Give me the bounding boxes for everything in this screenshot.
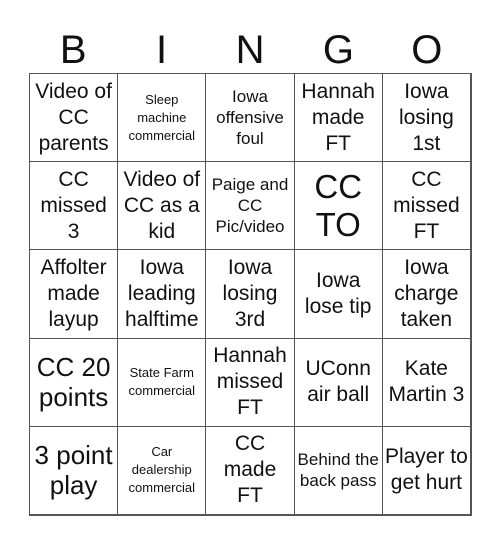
header-letter-o: O	[411, 28, 443, 72]
bingo-cell[interactable]: Iowa leading halftime	[117, 249, 207, 339]
header-letter-g: G	[322, 28, 354, 72]
bingo-cell-label: Iowa losing 3rd	[222, 255, 278, 331]
bingo-header: B I N G O	[29, 28, 471, 73]
bingo-cell[interactable]: Video of CC as a kid	[117, 161, 207, 251]
bingo-cell[interactable]: Video of CC parents	[29, 73, 119, 163]
bingo-cell[interactable]: Kate Martin 3	[381, 337, 471, 427]
bingo-cell-label: CC TO	[314, 167, 363, 243]
bingo-cell-label: CC missed FT	[393, 167, 460, 243]
bingo-cell-label: Hannah made FT	[301, 79, 375, 155]
bingo-cell[interactable]: CC 20 points	[29, 337, 119, 427]
header-letter-n: N	[235, 28, 265, 72]
bingo-grid: Video of CC parents Sleep machine commerc…	[29, 73, 472, 516]
bingo-cell[interactable]: Sleep machine commercial	[117, 73, 207, 163]
bingo-cell-label: Iowa offensive foul	[216, 87, 284, 149]
bingo-cell[interactable]: Hannah made FT	[293, 73, 383, 163]
header-letter-b: B	[59, 28, 87, 72]
header-letter-i: I	[156, 28, 168, 72]
bingo-cell[interactable]: UConn air ball	[293, 337, 383, 427]
bingo-cell[interactable]: Iowa losing 3rd	[205, 249, 295, 339]
bingo-cell[interactable]: Iowa losing 1st	[381, 73, 471, 163]
bingo-cell[interactable]: CC made FT	[205, 425, 295, 515]
bingo-cell-label: Car dealership commercial	[128, 444, 196, 496]
bingo-cell-label: Hannah missed FT	[213, 344, 287, 420]
bingo-cell[interactable]: State Farm commercial	[117, 337, 207, 427]
bingo-cell-label: 3 point play	[34, 440, 113, 501]
bingo-cell[interactable]: Hannah missed FT	[205, 337, 295, 427]
bingo-cell-label: Iowa leading halftime	[125, 255, 199, 331]
bingo-cell-label: Iowa charge taken	[394, 255, 459, 331]
bingo-cell[interactable]: CC missed FT	[381, 161, 471, 251]
bingo-cell-label: Sleep machine commercial	[128, 91, 196, 143]
bingo-cell[interactable]: Car dealership commercial	[117, 425, 207, 515]
bingo-cell-label: Paige and CC Pic/video	[211, 175, 289, 237]
bingo-cell-label: CC 20 points	[36, 352, 111, 413]
bingo-cell[interactable]: CC missed 3	[29, 161, 119, 251]
bingo-cell-label: UConn air ball	[305, 357, 371, 407]
bingo-cell[interactable]: Iowa offensive foul	[205, 73, 295, 163]
bingo-cell-label: Kate Martin 3	[388, 357, 465, 407]
bingo-cell[interactable]: Iowa lose tip	[293, 249, 383, 339]
bingo-cell[interactable]: Behind the back pass	[293, 425, 383, 515]
bingo-cell-label: Player to get hurt	[384, 445, 468, 495]
bingo-cell[interactable]: Player to get hurt	[381, 425, 471, 515]
bingo-cell-label: Behind the back pass	[297, 450, 379, 491]
bingo-cell-label: Affolter made layup	[40, 255, 107, 331]
bingo-cell[interactable]: Iowa charge taken	[381, 249, 471, 339]
bingo-cell[interactable]: Affolter made layup	[29, 249, 119, 339]
bingo-cell-label: Video of CC parents	[35, 79, 112, 155]
bingo-cell-label: Iowa losing 1st	[398, 79, 454, 155]
bingo-cell-label: CC missed 3	[40, 167, 107, 243]
bingo-cell[interactable]: 3 point play	[29, 425, 119, 515]
bingo-cell-label: Video of CC as a kid	[123, 167, 201, 243]
bingo-cell-label: Iowa lose tip	[304, 268, 372, 318]
bingo-cell[interactable]: Paige and CC Pic/video	[205, 161, 295, 251]
bingo-cell-label: CC made FT	[223, 432, 277, 508]
bingo-cell-label: State Farm commercial	[128, 365, 196, 399]
bingo-cell[interactable]: CC TO	[293, 161, 383, 251]
